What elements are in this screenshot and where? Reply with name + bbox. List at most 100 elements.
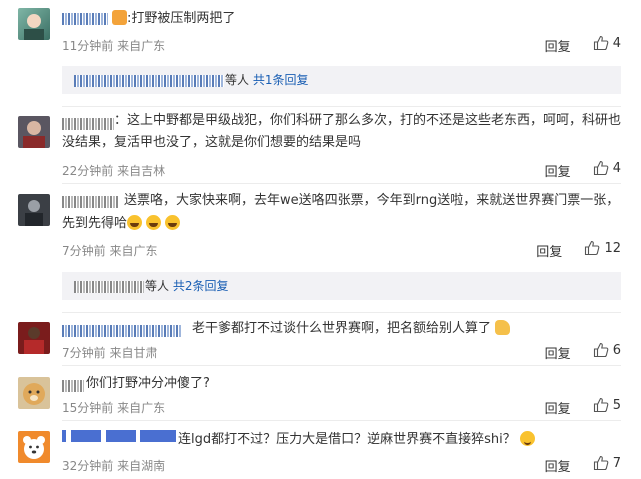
comment-location: 来自甘肃 <box>109 346 158 360</box>
blurred-username-part <box>105 429 136 442</box>
comment-actions: 回复 4 <box>545 160 621 181</box>
comment-actions: 回复 6 <box>545 342 621 363</box>
comment-location: 来自广东 <box>117 39 166 53</box>
thumbs-up-emoji-icon <box>495 320 511 335</box>
divider <box>62 183 621 184</box>
username[interactable] <box>62 428 177 442</box>
crying-emoji-icon <box>165 215 181 230</box>
comment-list: :打野被压制两把了 11分钟前 来自广东 回复 4 等人 共1条回复 ：这上中野… <box>0 0 641 479</box>
comment-meta: 7分钟前 来自甘肃 <box>62 344 157 361</box>
divider <box>62 420 621 421</box>
blurred-username-part <box>70 429 101 442</box>
emoji-icon <box>112 10 127 25</box>
comment-text-body: 老干爹都打不过谈什么世界赛啊，把名额给别人算了 <box>192 321 492 336</box>
blurred-username <box>62 429 66 442</box>
avatar-image-icon <box>25 200 43 226</box>
avatar-image-icon <box>24 14 44 40</box>
reply-button[interactable]: 回复 <box>545 165 571 180</box>
reply-people-suffix: 等人 <box>225 73 250 87</box>
user-avatar[interactable] <box>18 431 50 463</box>
blurred-usernames <box>74 74 224 87</box>
thumbs-up-icon <box>593 342 609 358</box>
username[interactable] <box>62 378 85 392</box>
reply-summary: 等人 共1条回复 <box>62 66 621 94</box>
reply-button[interactable]: 回复 <box>545 347 571 362</box>
comment-location: 来自广东 <box>109 244 158 258</box>
crying-emoji-icon <box>146 215 162 230</box>
username[interactable] <box>62 323 183 337</box>
comment-text: 送票咯，大家快来啊，去年we送咯四张票，今年到rng送啦，来就送世界赛门票一张， <box>124 193 620 208</box>
blurred-usernames <box>74 280 144 293</box>
blurred-username <box>62 324 182 337</box>
comment-text-tail: 先到先得哈 <box>62 216 128 231</box>
comment-text-body: 连lgd都打不过？压力大是借口？逆麻世界赛不直接猝shi？ <box>178 432 516 447</box>
like-button[interactable]: 7 <box>593 455 621 471</box>
reply-summary: 等人 共2条回复 <box>62 272 621 300</box>
comment-meta: 15分钟前 来自广东 <box>62 399 165 416</box>
like-button[interactable]: 4 <box>593 160 621 176</box>
username[interactable] <box>62 194 119 208</box>
avatar-image-icon <box>23 121 45 148</box>
reply-button[interactable]: 回复 <box>545 460 571 475</box>
comment-text-continued: 没结果，复活甲也没了，这就是你们想要的结果是吗 <box>62 135 362 150</box>
divider <box>62 365 621 366</box>
comment-time: 15分钟前 <box>62 401 114 415</box>
user-avatar[interactable] <box>18 194 50 226</box>
blurred-username <box>62 379 84 392</box>
like-count: 4 <box>612 160 621 176</box>
comment-text-continued: 先到先得哈 <box>62 213 181 235</box>
comment-actions: 回复 4 <box>545 35 621 56</box>
comment-text: ：这上中野都是甲级战犯，你们科研了那么多次，打的不还是这些老东西，呵呵，科研也 <box>114 113 622 128</box>
view-replies-link[interactable]: 共1条回复 <box>253 73 309 87</box>
dog-avatar-icon <box>23 383 45 405</box>
user-avatar[interactable] <box>18 116 50 148</box>
comment-actions: 回复 12 <box>536 240 621 261</box>
thumbs-up-icon <box>593 160 609 176</box>
divider <box>62 106 621 107</box>
comment-time: 32分钟前 <box>62 459 114 473</box>
like-button[interactable]: 12 <box>584 240 621 256</box>
comment-meta: 7分钟前 来自广东 <box>62 242 157 259</box>
smile-emoji-icon <box>519 431 535 446</box>
crying-emoji-icon <box>127 215 143 230</box>
like-count: 7 <box>612 455 621 471</box>
comment-meta: 11分钟前 来自广东 <box>62 37 165 54</box>
comment-time: 7分钟前 <box>62 244 106 258</box>
like-count: 12 <box>604 240 621 256</box>
bear-avatar-icon <box>23 436 45 459</box>
avatar-image-icon <box>24 327 44 354</box>
user-avatar[interactable] <box>18 322 50 354</box>
reply-button[interactable]: 回复 <box>536 245 562 260</box>
divider <box>62 312 621 313</box>
blurred-username-part <box>140 429 177 442</box>
user-avatar[interactable] <box>18 8 50 40</box>
blurred-username <box>62 117 114 130</box>
like-count: 4 <box>612 35 621 51</box>
comment-actions: 回复 7 <box>545 455 621 476</box>
like-button[interactable]: 6 <box>593 342 621 358</box>
thumbs-up-icon <box>593 455 609 471</box>
user-avatar[interactable] <box>18 377 50 409</box>
comment-location: 来自湖南 <box>117 459 166 473</box>
comment-time: 22分钟前 <box>62 164 114 178</box>
comment-text: 连lgd都打不过？压力大是借口？逆麻世界赛不直接猝shi？ <box>178 429 535 451</box>
comment-actions: 回复 5 <box>545 397 621 418</box>
like-button[interactable]: 5 <box>593 397 621 413</box>
comment-meta: 32分钟前 来自湖南 <box>62 457 165 474</box>
username[interactable] <box>62 116 115 130</box>
comment-time: 11分钟前 <box>62 39 114 53</box>
blurred-username <box>62 195 118 208</box>
username[interactable] <box>62 11 109 25</box>
comment-text: 你们打野冲分冲傻了? <box>86 376 210 391</box>
like-count: 6 <box>612 342 621 358</box>
view-replies-link[interactable]: 共2条回复 <box>173 279 229 293</box>
blurred-username <box>62 12 108 25</box>
reply-button[interactable]: 回复 <box>545 402 571 417</box>
reply-people-suffix: 等人 <box>145 279 170 293</box>
like-button[interactable]: 4 <box>593 35 621 51</box>
thumbs-up-icon <box>593 35 609 51</box>
reply-button[interactable]: 回复 <box>545 40 571 55</box>
like-count: 5 <box>612 397 621 413</box>
thumbs-up-icon <box>593 397 609 413</box>
comment-text: 老干爹都打不过谈什么世界赛啊，把名额给别人算了 <box>192 318 511 340</box>
